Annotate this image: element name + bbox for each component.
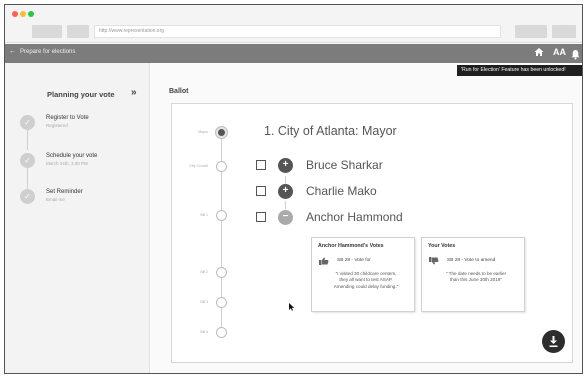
address-bar[interactable]: http://www.representation.org bbox=[94, 25, 501, 38]
timeline-node[interactable] bbox=[216, 161, 227, 172]
minus-icon[interactable]: − bbox=[278, 210, 293, 225]
ballot-heading: Ballot bbox=[169, 88, 189, 95]
check-icon: ✓ bbox=[20, 189, 35, 204]
step-label: Set Reminder bbox=[46, 189, 83, 195]
step-sublabel: Email me bbox=[46, 197, 65, 202]
close-window-button[interactable] bbox=[12, 11, 18, 17]
vote-record: SB 28 - Vote to amend bbox=[447, 258, 496, 263]
thumbs-down-icon bbox=[429, 257, 439, 265]
browser-back-button[interactable] bbox=[32, 25, 62, 38]
home-icon[interactable] bbox=[534, 47, 544, 60]
browser-chrome: http://www.representation.org bbox=[5, 5, 582, 43]
candidate-votes-card: Anchor Hammond's Votes SB 28 - Vote for … bbox=[311, 237, 415, 312]
step-label: Register to Vote bbox=[46, 115, 89, 121]
race-title: 1. City of Atlanta: Mayor bbox=[264, 124, 397, 138]
bell-icon[interactable] bbox=[571, 47, 580, 60]
step-sublabel: March 24th, 3:30 PM bbox=[46, 161, 88, 166]
timeline-label: Bill 3 bbox=[200, 300, 208, 304]
minimize-window-button[interactable] bbox=[20, 11, 26, 17]
vote-record: SB 28 - Vote for bbox=[337, 258, 371, 263]
vote-quote: " The date needs to be earlier than this… bbox=[445, 271, 507, 283]
thumbs-up-icon bbox=[319, 257, 329, 265]
download-icon bbox=[549, 336, 558, 347]
text-size-button[interactable]: AA bbox=[553, 47, 566, 58]
back-arrow-icon[interactable]: ← bbox=[9, 48, 16, 55]
candidate-connector bbox=[285, 176, 286, 184]
vote-quote: "I visited 30 childcare centers, they al… bbox=[333, 271, 399, 289]
timeline-label: City Council bbox=[189, 164, 208, 168]
sidebar-step-register[interactable]: ✓ Register to Vote Registered bbox=[20, 115, 145, 135]
mouse-cursor-icon bbox=[289, 303, 295, 311]
check-icon: ✓ bbox=[20, 115, 35, 130]
candidate-checkbox[interactable] bbox=[256, 186, 266, 196]
step-sublabel: Registered bbox=[46, 123, 68, 128]
plus-icon[interactable]: + bbox=[278, 184, 293, 199]
nav-title-link[interactable]: Prepare for elections bbox=[20, 49, 75, 55]
sidebar-step-reminder[interactable]: ✓ Set Reminder Email me bbox=[20, 189, 145, 209]
app-window: http://www.representation.org ← Prepare … bbox=[4, 4, 583, 374]
timeline-label: Mayor bbox=[198, 130, 208, 134]
timeline-label: Bill 4 bbox=[200, 330, 208, 334]
app-nav-bar: ← Prepare for elections AA bbox=[5, 44, 582, 63]
check-icon: ✓ bbox=[20, 153, 35, 168]
browser-toolbar-button[interactable] bbox=[515, 25, 547, 38]
ballot-card: Mayor City Council Bill 1 Bill 2 Bill 3 … bbox=[171, 103, 573, 363]
browser-forward-button[interactable] bbox=[67, 25, 89, 38]
feature-unlocked-notification: 'Run for Election' Feature has been unlo… bbox=[457, 65, 582, 76]
timeline-label: Bill 1 bbox=[200, 213, 208, 217]
timeline-node[interactable] bbox=[216, 267, 227, 278]
timeline-node[interactable] bbox=[216, 297, 227, 308]
card-title: Anchor Hammond's Votes bbox=[318, 243, 384, 249]
candidate-name[interactable]: Charlie Mako bbox=[306, 184, 377, 199]
your-votes-card: Your Votes SB 28 - Vote to amend " The d… bbox=[421, 237, 525, 312]
candidate-connector bbox=[285, 201, 286, 209]
card-title: Your Votes bbox=[428, 243, 456, 249]
browser-menu-button[interactable] bbox=[552, 25, 576, 38]
plus-icon[interactable]: + bbox=[278, 158, 293, 173]
candidate-name[interactable]: Bruce Sharkar bbox=[306, 158, 383, 173]
step-label: Schedule your vote bbox=[46, 153, 98, 159]
maximize-window-button[interactable] bbox=[28, 11, 34, 17]
sidebar: Planning your vote » ✓ Register to Vote … bbox=[5, 63, 150, 373]
timeline-node-current[interactable] bbox=[216, 127, 227, 138]
timeline-node[interactable] bbox=[216, 210, 227, 221]
candidate-checkbox[interactable] bbox=[256, 160, 266, 170]
collapse-sidebar-icon[interactable]: » bbox=[131, 87, 137, 98]
download-button[interactable] bbox=[542, 330, 565, 353]
sidebar-step-schedule[interactable]: ✓ Schedule your vote March 24th, 3:30 PM bbox=[20, 153, 145, 173]
timeline-label: Bill 2 bbox=[200, 270, 208, 274]
sidebar-heading: Planning your vote bbox=[47, 90, 115, 99]
candidate-checkbox[interactable] bbox=[256, 212, 266, 222]
candidate-name[interactable]: Anchor Hammond bbox=[306, 210, 403, 225]
timeline-node[interactable] bbox=[216, 327, 227, 338]
